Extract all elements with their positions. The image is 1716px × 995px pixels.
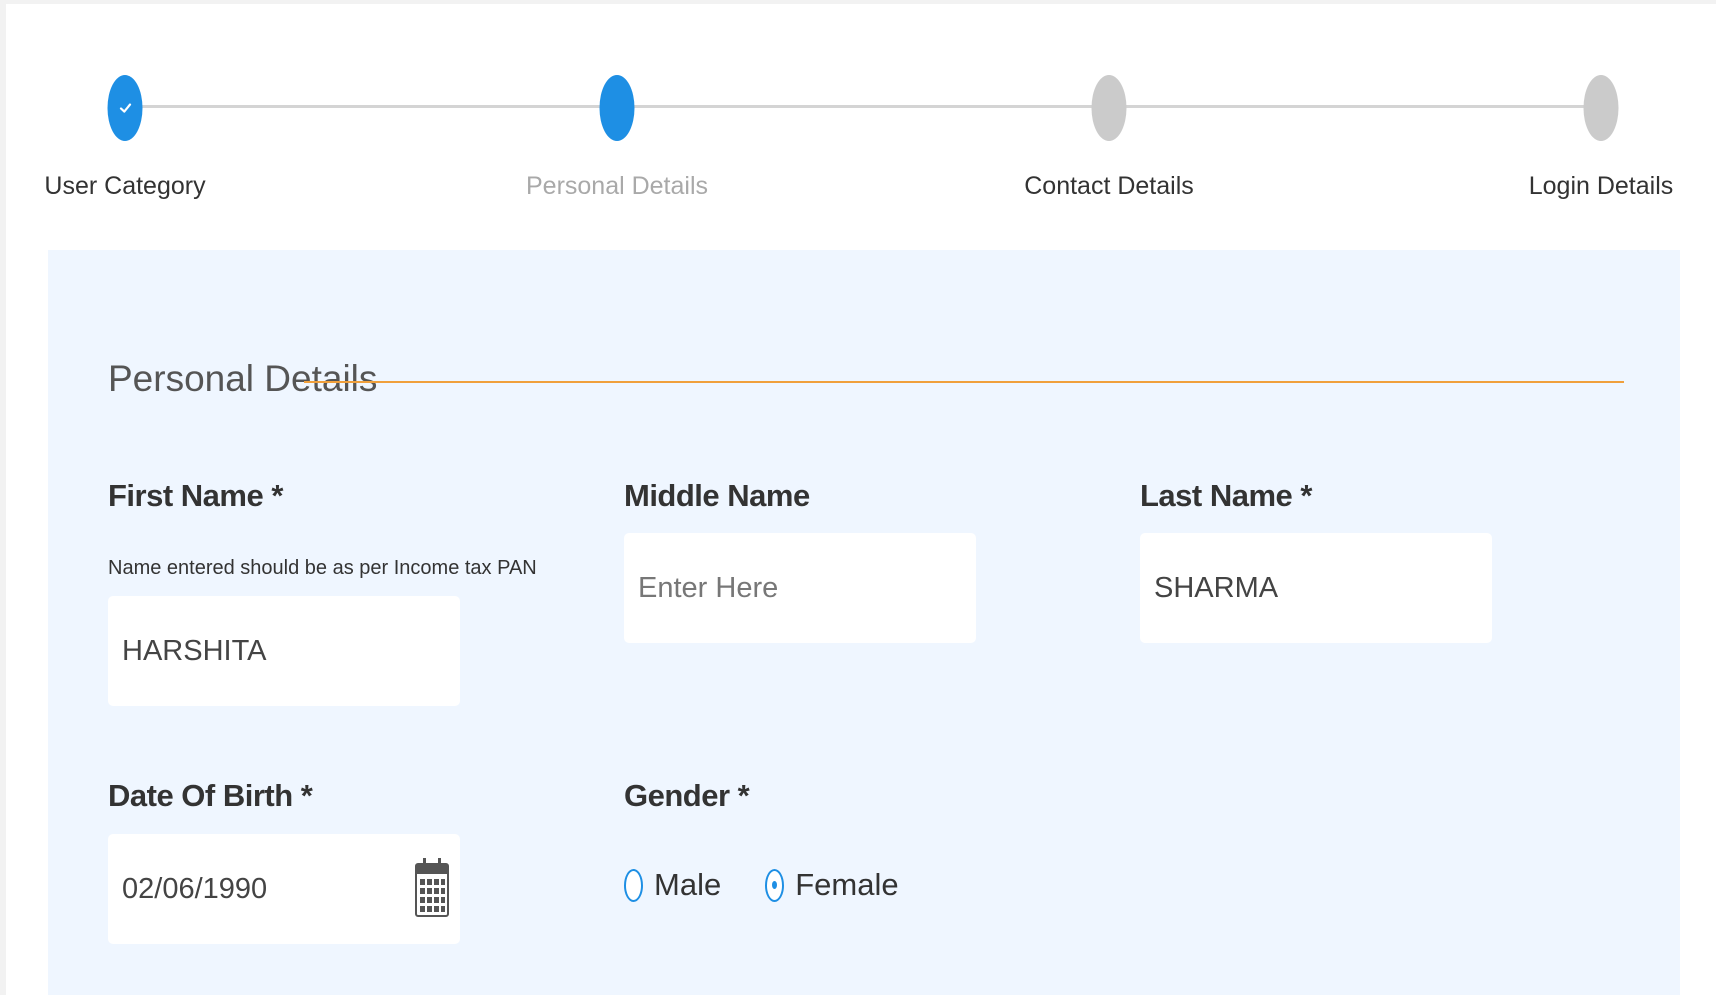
step-1-indicator[interactable]: [107, 75, 143, 141]
step-2-label[interactable]: Personal Details: [526, 172, 708, 201]
section-divider: [304, 381, 1624, 383]
registration-page: User Category Personal Details Contact D…: [6, 4, 1716, 995]
first-name-hint: Name entered should be as per Income tax…: [108, 557, 537, 579]
dob-input[interactable]: [108, 834, 460, 944]
dob-label: Date Of Birth *: [108, 778, 313, 813]
checkmark-icon: [119, 103, 131, 113]
gender-option-male[interactable]: Male: [624, 867, 721, 903]
stepper-connector: [623, 105, 1113, 108]
gender-option-label[interactable]: Female: [795, 867, 898, 903]
gender-label: Gender *: [624, 778, 750, 813]
last-name-input[interactable]: [1140, 533, 1492, 643]
step-2-indicator[interactable]: [599, 75, 635, 141]
step-3-indicator[interactable]: [1091, 75, 1127, 141]
step-1-label[interactable]: User Category: [44, 172, 205, 201]
radio-button-female[interactable]: [765, 868, 785, 902]
last-name-label: Last Name *: [1140, 478, 1312, 513]
stepper-connector: [131, 105, 623, 108]
stepper-connector: [1113, 105, 1607, 108]
step-4-label[interactable]: Login Details: [1529, 172, 1674, 201]
radio-button-male[interactable]: [624, 868, 643, 902]
progress-stepper: User Category Personal Details Contact D…: [6, 4, 1716, 244]
personal-details-panel: Personal Details First Name * Name enter…: [48, 250, 1680, 995]
step-3-label[interactable]: Contact Details: [1024, 172, 1194, 201]
first-name-input[interactable]: [108, 596, 460, 706]
gender-radio-group: Male Female: [624, 867, 943, 903]
gender-option-label[interactable]: Male: [654, 867, 721, 903]
middle-name-label: Middle Name: [624, 478, 810, 513]
step-4-indicator[interactable]: [1583, 75, 1619, 141]
first-name-label: First Name *: [108, 478, 283, 513]
radio-selected-dot: [772, 881, 778, 889]
section-title: Personal Details: [108, 358, 378, 399]
middle-name-input[interactable]: [624, 533, 976, 643]
gender-option-female[interactable]: Female: [765, 867, 899, 903]
calendar-icon[interactable]: [414, 857, 450, 919]
